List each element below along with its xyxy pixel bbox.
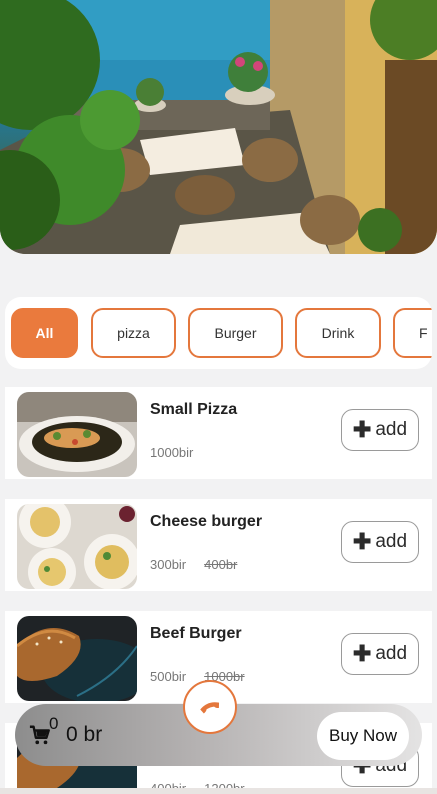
category-chip-all[interactable]: All [11,308,78,358]
add-button-label: add [375,643,408,664]
product-name: Small Pizza [150,401,238,418]
buy-now-button[interactable]: Buy Now [317,712,409,760]
cart-total: 0 br [66,723,103,746]
add-button-label: add [375,419,408,440]
product-name: Beef Burger [150,625,242,642]
cart-count-badge: 0 [49,714,59,733]
category-chip-pizza[interactable]: pizza [91,308,176,358]
product-price: 500bir [150,669,187,684]
category-chip-label: F [419,325,428,341]
phone-icon [200,702,220,714]
bottom-edge [0,788,437,794]
product-old-price: 400br [204,557,238,572]
plus-icon: ✚ [352,529,372,554]
category-bar: All pizza Burger Drink F [5,297,432,369]
add-button[interactable]: ✚ add [341,409,419,451]
add-button[interactable]: ✚ add [341,633,419,675]
cart-icon[interactable] [29,724,51,746]
product-card[interactable]: Small Pizza 1000bir ✚ add [5,387,432,479]
product-price: 1000bir [150,445,194,460]
plus-icon: ✚ [352,641,372,666]
call-button[interactable] [183,680,237,734]
burger-image [17,616,137,701]
category-chip-burger[interactable]: Burger [188,308,283,358]
pizza-plate-image [17,392,137,477]
product-price: 300bir [150,557,187,572]
product-card[interactable]: Cheese burger 300bir 400br ✚ add [5,499,432,591]
category-chip-more[interactable]: F [393,308,432,358]
buy-now-label: Buy Now [328,726,398,745]
hero-image [0,0,437,254]
category-chip-label: Burger [214,325,257,341]
add-button[interactable]: ✚ add [341,521,419,563]
category-chip-drink[interactable]: Drink [295,308,381,358]
pasta-plates-image [17,504,137,589]
product-name: Cheese burger [150,513,263,530]
category-chip-label: pizza [117,325,150,341]
plus-icon: ✚ [352,417,372,442]
category-chip-label: Drink [321,325,355,341]
category-chip-label: All [35,325,54,341]
add-button-label: add [375,531,408,552]
